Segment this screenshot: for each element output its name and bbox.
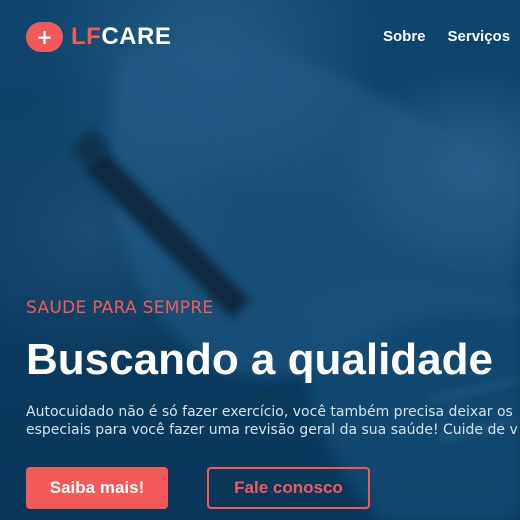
brand-logo[interactable]: + LFCARE	[26, 22, 171, 52]
hero-description: Autocuidado não é só fazer exercício, vo…	[26, 403, 520, 439]
nav-link-sobre[interactable]: Sobre	[383, 28, 426, 45]
plus-icon: +	[26, 22, 63, 52]
brand-name: LFCARE	[71, 23, 171, 51]
saiba-mais-button[interactable]: Saiba mais!	[26, 467, 168, 509]
nav-link-servicos[interactable]: Serviços	[448, 28, 511, 45]
main-nav: Sobre Serviços	[383, 28, 510, 45]
fale-conosco-button[interactable]: Fale conosco	[207, 467, 370, 509]
hero-headline: Buscando a qualidade	[26, 335, 493, 384]
brand-name-part1: LF	[71, 23, 102, 50]
hero-section: + LFCARE Sobre Serviços SAUDE PARA SEMPR…	[0, 0, 520, 520]
hero-description-line-1: Autocuidado não é só fazer exercício, vo…	[26, 404, 513, 420]
site-header: + LFCARE Sobre Serviços	[26, 22, 520, 54]
hero-tagline: SAUDE PARA SEMPRE	[26, 298, 214, 318]
hero-description-line-2: especiais para você fazer uma revisão ge…	[26, 422, 518, 438]
brand-name-part2: CARE	[101, 23, 172, 50]
color-overlay	[0, 0, 520, 520]
